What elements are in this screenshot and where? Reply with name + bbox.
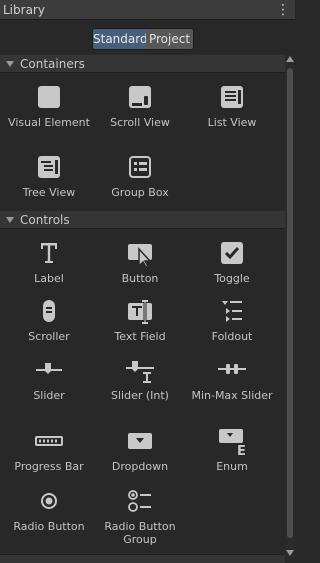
tab-standard[interactable]: Standard: [93, 29, 148, 49]
library-item-dropdown[interactable]: Dropdown: [94, 428, 186, 473]
item-label: Tree View: [22, 186, 76, 199]
library-item-radio-button-group[interactable]: Radio Button Group: [94, 488, 186, 546]
item-label: Scroller: [28, 330, 70, 343]
library-item-list-view[interactable]: List View: [186, 84, 278, 129]
library-item-scroll-view[interactable]: Scroll View: [94, 84, 186, 129]
library-item-slider[interactable]: Slider: [3, 357, 95, 402]
slider-int-icon: [126, 361, 154, 383]
library-item-tree-view[interactable]: Tree View: [3, 154, 95, 199]
library-mode-toggle: Standard Project: [92, 28, 194, 50]
item-label: Progress Bar: [14, 460, 84, 473]
group-box-icon: [129, 156, 151, 178]
library-item-radio-button[interactable]: Radio Button: [3, 488, 95, 533]
enum-icon: E: [219, 429, 246, 456]
dropdown-icon: [128, 433, 152, 449]
library-item-progress-bar[interactable]: Progress Bar: [3, 428, 95, 473]
expand-arrow-icon[interactable]: [6, 216, 14, 223]
library-item-scroller[interactable]: Scroller: [3, 298, 95, 343]
tab-project[interactable]: Project: [146, 29, 193, 49]
library-mode-toggle-row: Standard Project: [0, 20, 295, 54]
radio-button-group-icon: [128, 490, 151, 512]
button-icon: [128, 244, 152, 268]
library-item-button[interactable]: Button: [94, 240, 186, 285]
item-label: Label: [34, 272, 64, 285]
item-label: Slider (Int): [111, 389, 169, 402]
visual-element-icon: [38, 86, 60, 108]
item-label: List View: [207, 116, 257, 129]
scroller-icon: [43, 300, 55, 322]
item-label: Enum: [216, 460, 248, 473]
section-label: Controls: [20, 212, 70, 227]
scroll-view-icon: [129, 86, 151, 108]
library-item-enum[interactable]: E Enum: [186, 428, 278, 473]
item-label: Visual Element: [8, 116, 90, 129]
item-label: Min-Max Slider: [191, 389, 273, 402]
foldout-icon: [222, 301, 242, 322]
tree-view-icon: [38, 156, 60, 178]
library-item-visual-element[interactable]: Visual Element: [3, 84, 95, 129]
scroll-down-arrow-icon[interactable]: [286, 550, 294, 556]
toggle-icon: [221, 242, 243, 264]
item-label: Scroll View: [110, 116, 170, 129]
item-label: Toggle: [214, 272, 250, 285]
min-max-slider-icon: [218, 364, 246, 374]
library-item-slider-int[interactable]: Slider (Int): [94, 357, 186, 402]
item-label: Radio Button: [13, 520, 85, 533]
label-icon: [41, 243, 57, 263]
radio-button-icon: [41, 493, 57, 509]
library-item-toggle[interactable]: Toggle: [186, 240, 278, 285]
window-title: Library: [3, 2, 45, 17]
library-item-foldout[interactable]: Foldout: [186, 298, 278, 343]
item-label: Dropdown: [111, 460, 169, 473]
window-titlebar: Library ⋮: [0, 0, 295, 20]
library-item-label[interactable]: Label: [3, 240, 95, 285]
item-label: Button: [121, 272, 159, 285]
library-item-min-max-slider[interactable]: Min-Max Slider: [186, 357, 278, 402]
progress-bar-icon: [35, 436, 63, 446]
list-view-icon: [221, 86, 243, 108]
library-item-group-box[interactable]: Group Box: [94, 154, 186, 199]
svg-text:E: E: [237, 444, 246, 456]
section-label: Containers: [20, 56, 85, 71]
library-item-text-field[interactable]: Text Field: [94, 298, 186, 343]
scrollbar-thumb[interactable]: [287, 68, 293, 538]
item-label: Group Box: [111, 186, 169, 199]
expand-arrow-icon[interactable]: [6, 60, 14, 67]
section-header-controls[interactable]: Controls: [0, 210, 285, 229]
library-content: Containers Visual Element Scroll View Li…: [0, 54, 285, 562]
item-label: Radio Button Group: [104, 520, 176, 546]
section-header-containers[interactable]: Containers: [0, 54, 285, 73]
text-field-icon: [128, 299, 152, 325]
item-label: Foldout: [211, 330, 253, 343]
slider-icon: [36, 363, 62, 374]
item-label: Slider: [33, 389, 65, 402]
vertical-scrollbar[interactable]: [285, 54, 295, 562]
scroll-up-arrow-icon[interactable]: [286, 56, 294, 62]
item-label: Text Field: [114, 330, 166, 343]
more-options-icon[interactable]: ⋮: [276, 3, 290, 17]
